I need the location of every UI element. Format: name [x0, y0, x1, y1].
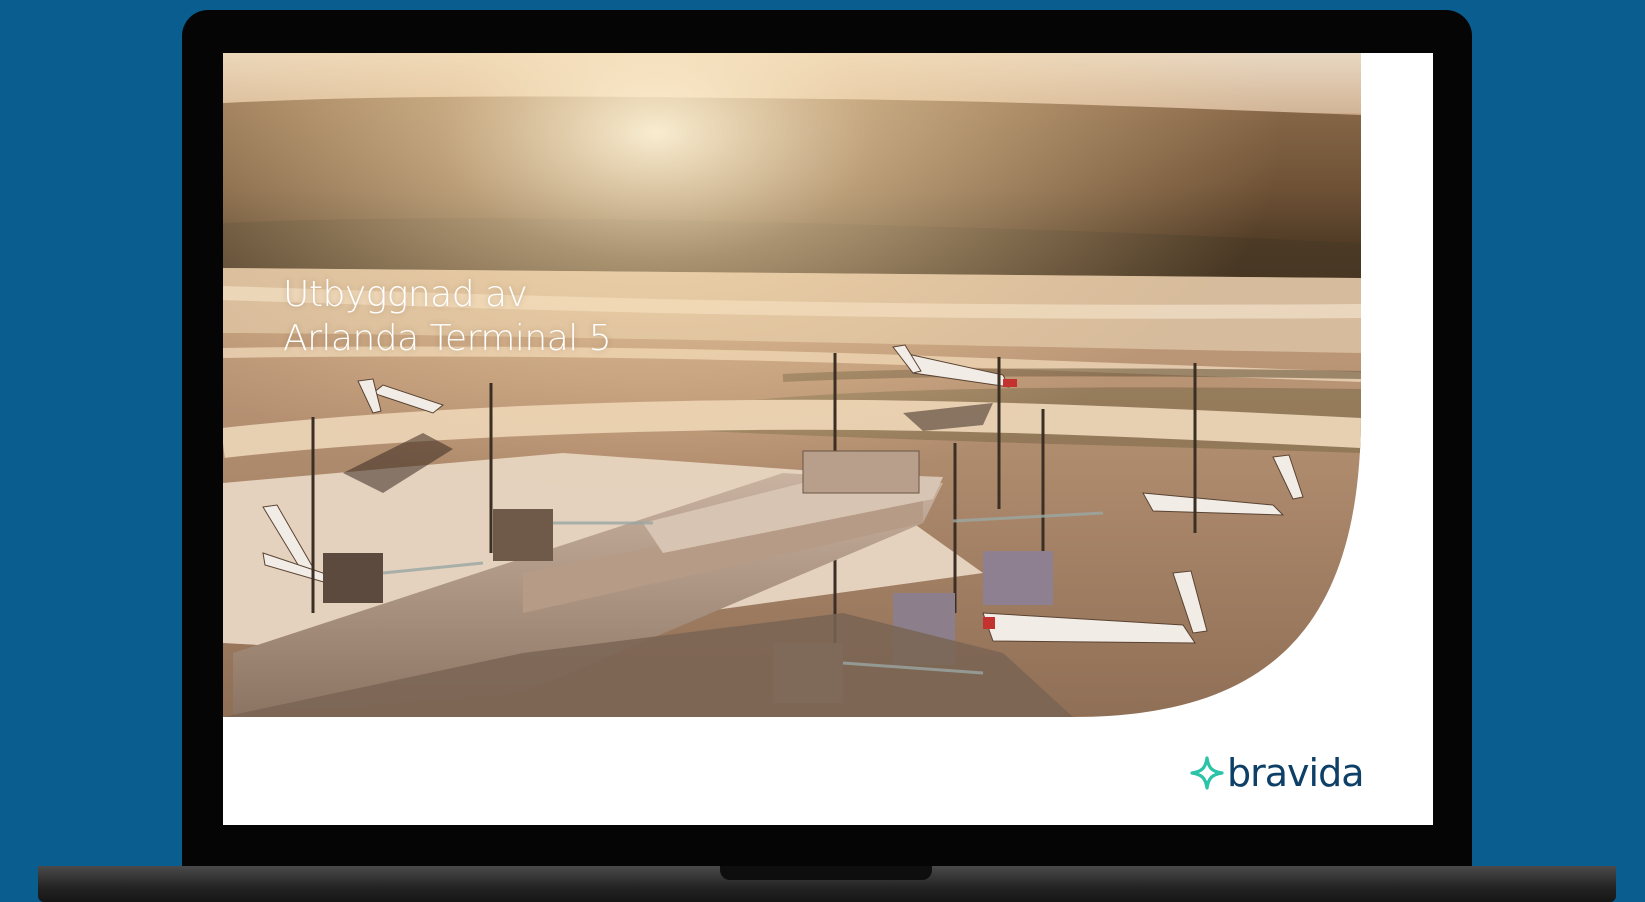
slide-title-line-1: Utbyggnad av — [283, 274, 528, 315]
airport-photo: Utbyggnad av Arlanda Terminal 5 — [223, 53, 1361, 717]
laptop-hinge-notch — [720, 866, 932, 880]
presentation-slide: Utbyggnad av Arlanda Terminal 5 bravida — [223, 53, 1433, 825]
brand-wordmark: bravida — [1227, 751, 1364, 795]
bravida-logo: bravida — [1189, 751, 1364, 795]
slide-title-line-2: Arlanda Terminal 5 — [283, 318, 612, 359]
bravida-star-icon — [1190, 756, 1224, 790]
slide-title: Utbyggnad av Arlanda Terminal 5 — [283, 273, 612, 361]
